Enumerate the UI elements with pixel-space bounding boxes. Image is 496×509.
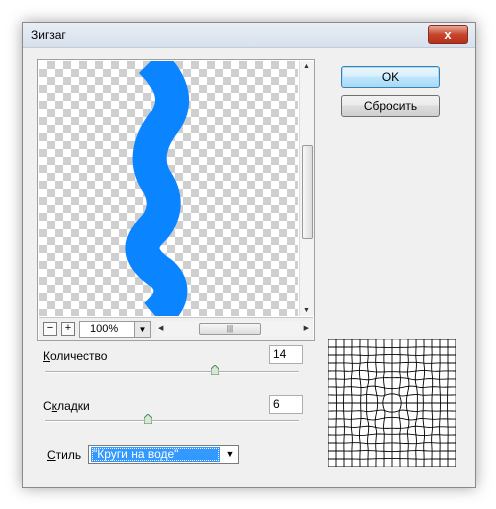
scroll-left-icon[interactable]: ◀ xyxy=(158,324,163,332)
ridges-label: Складки xyxy=(43,399,90,413)
zoom-dropdown-icon[interactable]: ▼ xyxy=(134,322,150,337)
zoom-in-button[interactable]: + xyxy=(61,322,75,336)
close-icon[interactable]: x xyxy=(444,27,451,42)
style-selected-value[interactable]: "Круги на воде" xyxy=(91,447,220,462)
amount-slider-thumb[interactable] xyxy=(211,365,219,375)
zigzag-dialog: Зигзаг x ▲ ▼ − + 100% ▼ ◀ ||| ▶ OK Сброс… xyxy=(22,22,476,488)
ridges-slider[interactable] xyxy=(45,414,299,424)
preview-canvas[interactable] xyxy=(39,61,298,316)
amount-input[interactable]: 14 xyxy=(269,345,303,364)
preview-toolbar: − + 100% ▼ ◀ ||| ▶ xyxy=(39,317,313,340)
vertical-scrollbar[interactable]: ▲ ▼ xyxy=(299,61,314,316)
zoom-value: 100% xyxy=(90,323,119,335)
preview-panel: ▲ ▼ − + 100% ▼ ◀ ||| ▶ xyxy=(37,59,315,341)
scroll-right-icon[interactable]: ▶ xyxy=(304,324,309,332)
close-button[interactable]: x xyxy=(428,25,468,44)
zigzag-stripe xyxy=(125,61,189,316)
style-label: Стиль xyxy=(47,448,82,462)
amount-slider[interactable] xyxy=(45,365,299,375)
zoom-field[interactable]: 100% ▼ xyxy=(79,321,151,338)
amount-label: Количество xyxy=(43,349,108,363)
horizontal-scroll-thumb[interactable]: ||| xyxy=(199,323,261,335)
chevron-down-icon[interactable]: ▼ xyxy=(222,446,238,463)
style-select[interactable]: "Круги на воде" ▼ xyxy=(88,445,239,464)
zoom-out-button[interactable]: − xyxy=(43,322,57,336)
scroll-down-icon[interactable]: ▼ xyxy=(303,307,310,314)
dialog-title: Зигзаг xyxy=(31,28,66,42)
distortion-grid-preview xyxy=(328,339,456,467)
reset-button[interactable]: Сбросить xyxy=(341,95,440,117)
vertical-scroll-thumb[interactable] xyxy=(302,145,313,239)
title-bar: Зигзаг x xyxy=(23,23,475,48)
ok-button[interactable]: OK xyxy=(341,66,440,88)
horizontal-scrollbar[interactable]: ◀ ||| ▶ xyxy=(156,321,311,336)
ridges-slider-thumb[interactable] xyxy=(144,414,152,424)
ridges-input[interactable]: 6 xyxy=(269,395,303,414)
scroll-up-icon[interactable]: ▲ xyxy=(303,63,310,70)
